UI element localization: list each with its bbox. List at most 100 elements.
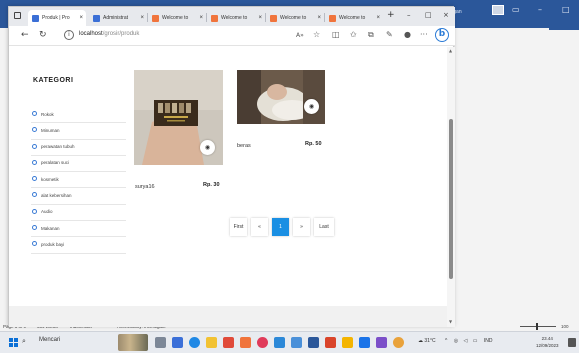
refresh-icon[interactable]: ↻ <box>39 30 47 40</box>
tab-administrator[interactable]: Administrat × <box>89 10 147 26</box>
category-item-produk-bayi[interactable]: produk bayi <box>31 237 126 254</box>
tab-produk[interactable]: Produk | Pro × <box>28 10 86 26</box>
vscode-icon[interactable] <box>359 337 370 348</box>
pagination-prev[interactable]: « <box>251 218 268 236</box>
pagination-last[interactable]: Last <box>314 218 334 236</box>
page-icon <box>32 14 39 22</box>
minimize-icon[interactable]: – <box>538 5 542 14</box>
scroll-up-icon[interactable]: ▲ <box>449 48 452 53</box>
search-highlight-image[interactable] <box>118 334 148 351</box>
volume-icon[interactable]: ◁ <box>463 338 467 344</box>
url-field[interactable]: i localhost/grosir/produk <box>64 29 314 43</box>
tab-welcome-3[interactable]: Welcome to × <box>266 10 324 26</box>
share-button[interactable] <box>549 22 579 30</box>
profile-icon[interactable]: ● <box>404 30 411 39</box>
close-icon[interactable]: × <box>317 15 321 21</box>
close-icon[interactable]: × <box>258 15 262 21</box>
pagination-current[interactable]: 1 <box>272 218 289 236</box>
tray-overflow-icon[interactable]: ^ <box>445 338 447 344</box>
app-icon[interactable] <box>376 337 387 348</box>
search-icon[interactable]: ⌕ <box>22 337 26 346</box>
favorites-icon[interactable]: ✩ <box>350 30 357 39</box>
close-icon[interactable]: × <box>376 15 380 21</box>
pagination-first[interactable]: First <box>230 218 247 236</box>
word-icon[interactable] <box>308 337 319 348</box>
category-item-kosmetik[interactable]: kosmetik <box>31 172 126 189</box>
file-explorer-icon[interactable] <box>206 337 217 348</box>
pagination-next[interactable]: » <box>293 218 310 236</box>
minimize-icon[interactable]: – <box>407 11 411 19</box>
app-icon[interactable] <box>257 337 268 348</box>
collections-icon[interactable]: ⧉ <box>368 30 374 40</box>
product-image-beras[interactable]: ◉ <box>237 70 325 124</box>
zoom-level[interactable]: 100 <box>561 324 569 329</box>
close-icon[interactable]: × <box>140 15 144 21</box>
network-icon[interactable]: ◎ <box>454 338 458 344</box>
view-eye-icon[interactable]: ◉ <box>304 99 319 114</box>
mail-icon[interactable] <box>274 337 285 348</box>
more-options-icon[interactable]: ··· <box>420 30 428 39</box>
windows-start-icon[interactable] <box>9 338 18 347</box>
bing-copilot-icon[interactable]: b <box>435 28 449 42</box>
url-text[interactable]: localhost/grosir/produk <box>79 31 139 37</box>
edge-icon[interactable] <box>189 337 200 348</box>
input-language[interactable]: IND <box>484 338 493 344</box>
chrome-icon[interactable] <box>393 337 404 348</box>
notes-icon[interactable] <box>342 337 353 348</box>
maximize-icon[interactable]: □ <box>425 11 432 19</box>
site-info-icon[interactable]: i <box>64 30 74 40</box>
read-aloud-icon[interactable]: A» <box>296 32 304 39</box>
scroll-down-icon[interactable]: ▼ <box>449 319 452 324</box>
scrollbar-thumb[interactable] <box>449 119 453 279</box>
product-image-surya16[interactable]: ◉ <box>134 70 223 165</box>
category-item-rokok[interactable]: Rokok <box>31 107 126 124</box>
page-footer <box>9 306 447 327</box>
view-eye-icon[interactable]: ◉ <box>200 140 215 155</box>
vertical-scrollbar[interactable]: ▲ ▼ <box>447 47 455 327</box>
category-item-alat-kebersihan[interactable]: alat kebersihan <box>31 188 126 205</box>
close-window-icon[interactable]: × <box>443 11 449 19</box>
new-tab-button[interactable]: + <box>387 10 395 20</box>
tab-welcome-4[interactable]: Welcome to × <box>325 10 383 26</box>
taskbar-search[interactable]: Mencari <box>30 337 60 343</box>
close-icon[interactable]: × <box>79 15 83 21</box>
system-tray: ☁ 31°C ^ ◎ ◁ ▭ IND <box>418 338 492 344</box>
ribbon-display-icon[interactable]: ▭ <box>512 5 520 14</box>
extension-icon[interactable]: ✎ <box>386 30 393 39</box>
widgets-icon[interactable] <box>172 337 183 348</box>
tab-welcome-1[interactable]: Welcome to × <box>148 10 206 26</box>
close-icon[interactable]: × <box>199 15 203 21</box>
category-item-minuman[interactable]: Minuman <box>31 123 126 140</box>
maximize-icon[interactable]: □ <box>562 5 570 14</box>
weather-temp[interactable]: 31°C <box>424 338 435 344</box>
tab-welcome-2[interactable]: Welcome to × <box>207 10 265 26</box>
split-screen-icon[interactable]: ◫ <box>332 30 340 39</box>
zoom-slider-thumb[interactable] <box>536 323 538 330</box>
category-item-peralatan-suci[interactable]: peralatan suci <box>31 156 126 173</box>
page-icon <box>93 14 100 22</box>
category-item-audio[interactable]: Audio <box>31 205 126 222</box>
battery-icon[interactable]: ▭ <box>473 338 478 344</box>
photos-icon[interactable] <box>291 337 302 348</box>
page-viewport: KATEGORI Rokok Minuman perawatan tubuh p… <box>9 47 447 327</box>
office-icon[interactable] <box>223 337 234 348</box>
category-item-perawatan-tubuh[interactable]: perawatan tubuh <box>31 140 126 156</box>
tab-actions-icon[interactable] <box>14 12 21 19</box>
xampp-icon[interactable] <box>240 337 251 348</box>
zoom-slider[interactable] <box>520 326 556 327</box>
weather-icon[interactable]: ☁ <box>418 338 423 344</box>
avatar[interactable] <box>492 5 504 15</box>
product-name-surya16[interactable]: surya16 <box>135 184 155 190</box>
task-view-icon[interactable] <box>155 337 166 348</box>
notification-icon[interactable] <box>568 338 576 347</box>
tab-label: Welcome to <box>339 15 366 21</box>
product-name-beras[interactable]: beras <box>237 143 251 149</box>
powerpoint-icon[interactable] <box>325 337 336 348</box>
bullet-icon <box>32 176 37 182</box>
xampp-icon <box>270 14 277 22</box>
xampp-icon <box>211 14 218 22</box>
favorite-star-icon[interactable]: ☆ <box>313 30 320 39</box>
clock[interactable]: 23.44 12/09/2023 <box>536 335 559 349</box>
back-icon[interactable]: ← <box>21 30 29 40</box>
category-item-makanan[interactable]: Makanan <box>31 221 126 238</box>
